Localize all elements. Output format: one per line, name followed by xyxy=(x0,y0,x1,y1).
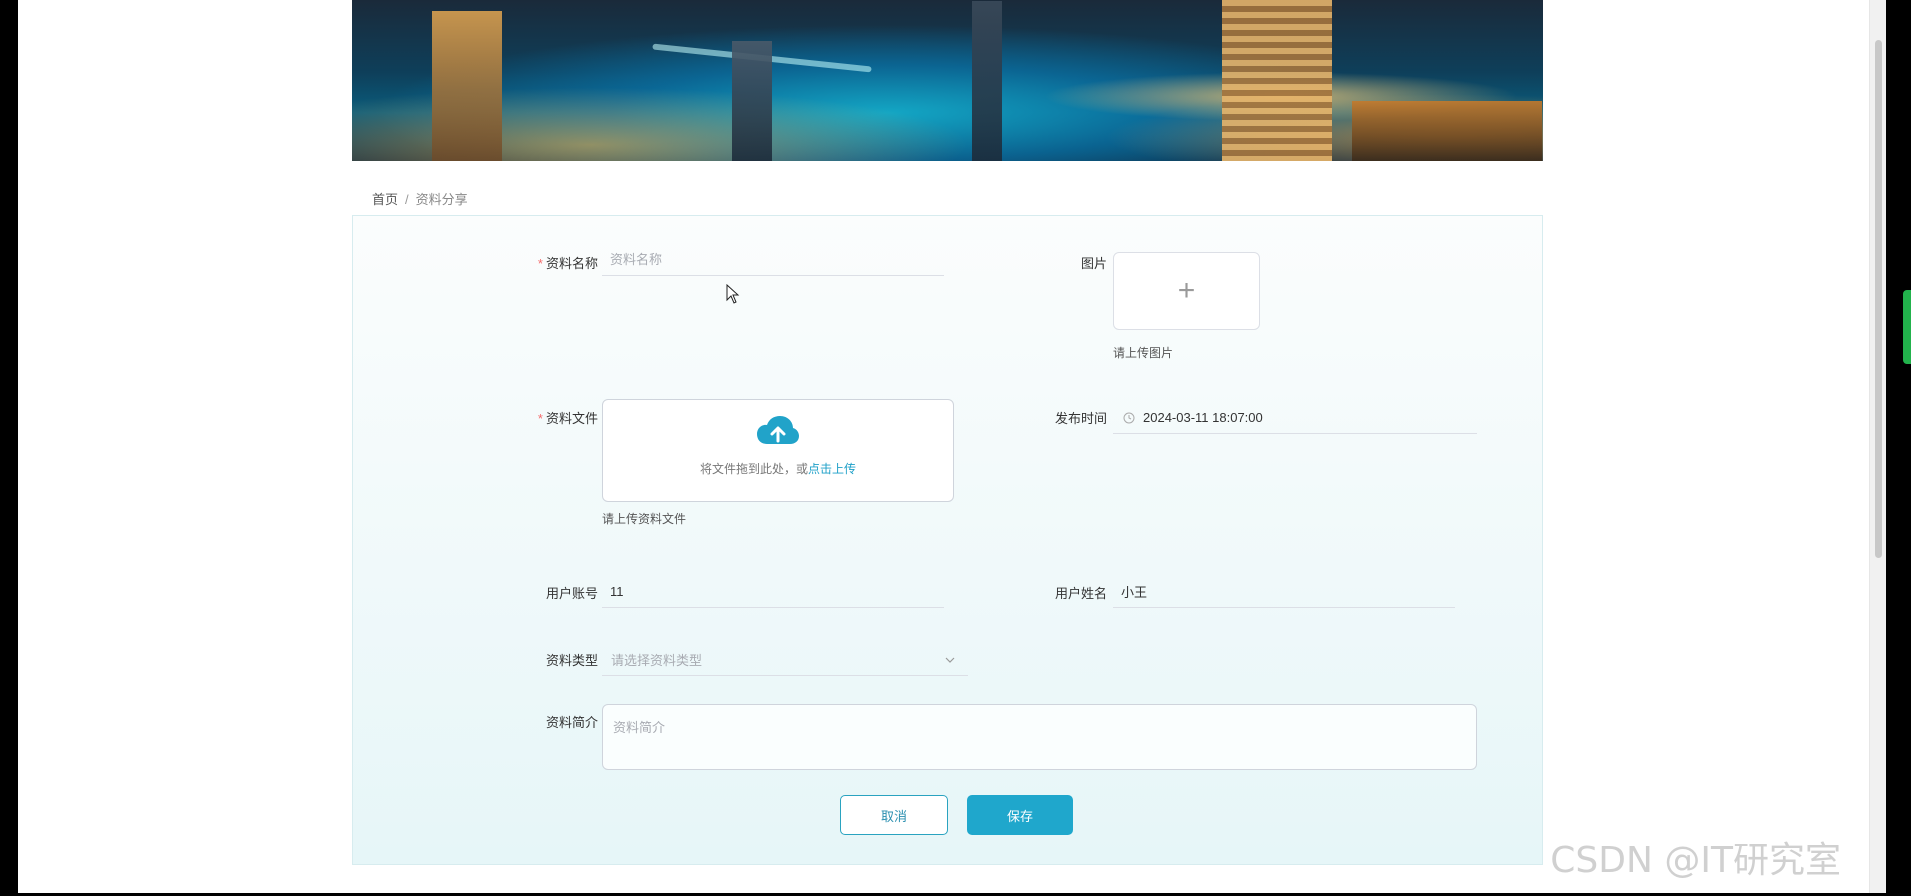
intro-textarea[interactable] xyxy=(602,704,1477,770)
breadcrumb-current: 资料分享 xyxy=(415,192,468,207)
file-hint: 请上传资料文件 xyxy=(602,512,687,526)
vertical-scrollbar[interactable] xyxy=(1869,0,1886,893)
type-select-placeholder: 请选择资料类型 xyxy=(611,653,703,668)
save-button[interactable]: 保存 xyxy=(967,795,1073,835)
side-widget-tab[interactable] xyxy=(1903,290,1911,364)
name-label: * 资料名称 xyxy=(537,256,598,271)
mouse-cursor-icon xyxy=(726,284,740,304)
watermark: CSDN @IT研究室 xyxy=(1550,840,1841,881)
cancel-button[interactable]: 取消 xyxy=(840,795,948,835)
scrollbar-thumb[interactable] xyxy=(1875,40,1882,558)
user-account-input[interactable] xyxy=(602,576,944,608)
share-form: *资料名称 图片 + 请上传图片 *资料文件 将文件拖到此处，或点击上传 请上传… xyxy=(352,215,1543,865)
user-name-input[interactable] xyxy=(1113,576,1455,608)
publish-time-label: 发布时间 xyxy=(1054,411,1107,426)
user-account-label: 用户账号 xyxy=(545,586,598,601)
chevron-down-icon xyxy=(945,657,955,663)
click-upload-link[interactable]: 点击上传 xyxy=(808,462,856,476)
file-upload-dropzone[interactable]: 将文件拖到此处，或点击上传 xyxy=(602,399,954,502)
breadcrumb-home[interactable]: 首页 xyxy=(372,192,398,207)
type-select[interactable]: 请选择资料类型 xyxy=(602,644,968,676)
breadcrumb: 首页 / 资料分享 xyxy=(372,189,468,208)
browser-viewport: 首页 / 资料分享 *资料名称 图片 + 请上传图片 *资料文件 将文件拖到此处，或… xyxy=(18,0,1886,893)
type-label: 资料类型 xyxy=(545,653,598,668)
drop-text: 将文件拖到此处，或 xyxy=(699,462,808,476)
publish-time-value: 2024-03-11 18:07:00 xyxy=(1143,410,1263,425)
image-hint: 请上传图片 xyxy=(1113,346,1174,360)
name-input[interactable] xyxy=(602,244,944,276)
breadcrumb-separator: / xyxy=(405,192,409,207)
plus-icon: + xyxy=(1177,274,1196,307)
cloud-upload-icon xyxy=(757,416,799,444)
publish-time-picker[interactable]: 2024-03-11 18:07:00 xyxy=(1113,402,1477,434)
intro-label: 资料简介 xyxy=(545,715,598,730)
clock-icon xyxy=(1123,412,1135,423)
image-upload-button[interactable]: + xyxy=(1113,252,1260,330)
image-label: 图片 xyxy=(1080,256,1107,271)
user-name-label: 用户姓名 xyxy=(1054,586,1107,601)
file-label: * 资料文件 xyxy=(537,411,598,426)
banner-image xyxy=(352,0,1543,161)
